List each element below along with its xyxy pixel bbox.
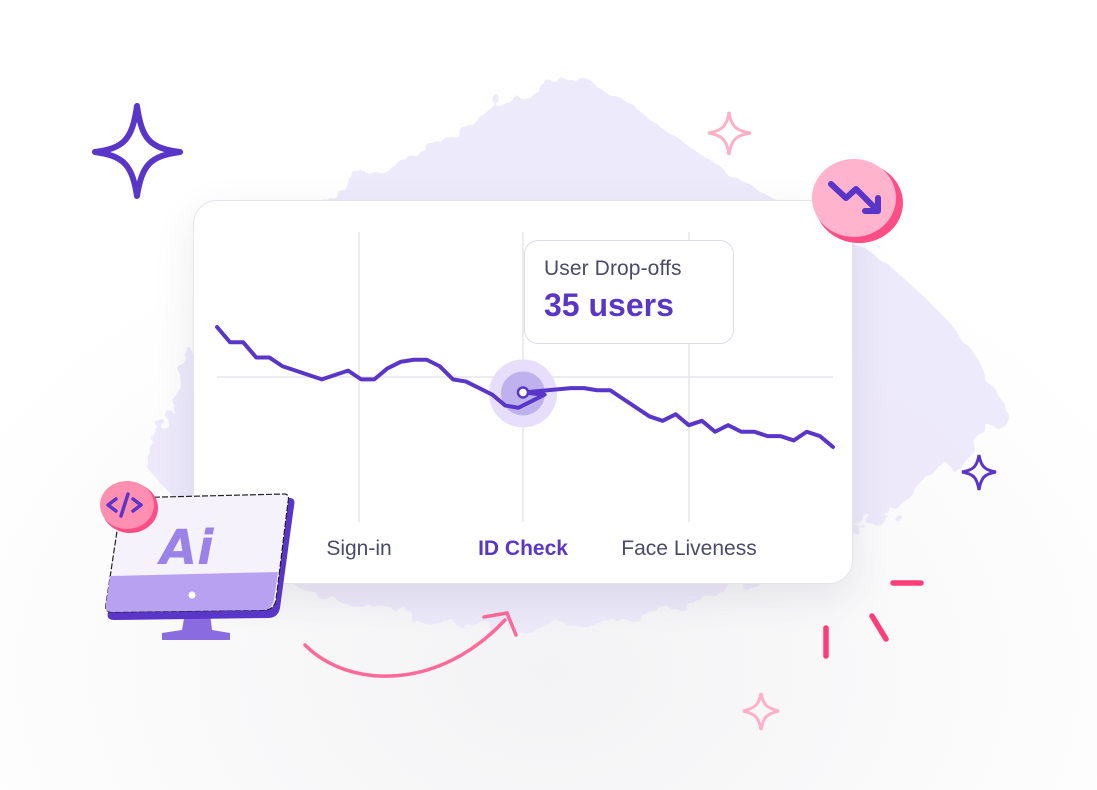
x-label-sign-in: Sign-in bbox=[326, 537, 392, 560]
line-chart bbox=[215, 232, 835, 522]
tooltip-label: User Drop-offs bbox=[544, 257, 682, 280]
ai-logo-text: Ai bbox=[156, 520, 214, 576]
highlighted-data-point bbox=[516, 386, 530, 399]
code-icon bbox=[100, 481, 158, 533]
x-label-face-liveness: Face Liveness bbox=[621, 537, 757, 560]
tooltip-value: 35 users bbox=[544, 287, 674, 323]
trending-down-icon bbox=[812, 159, 903, 243]
x-label-id-check: ID Check bbox=[478, 537, 568, 560]
tooltip: User Drop-offs 35 users bbox=[524, 240, 734, 344]
